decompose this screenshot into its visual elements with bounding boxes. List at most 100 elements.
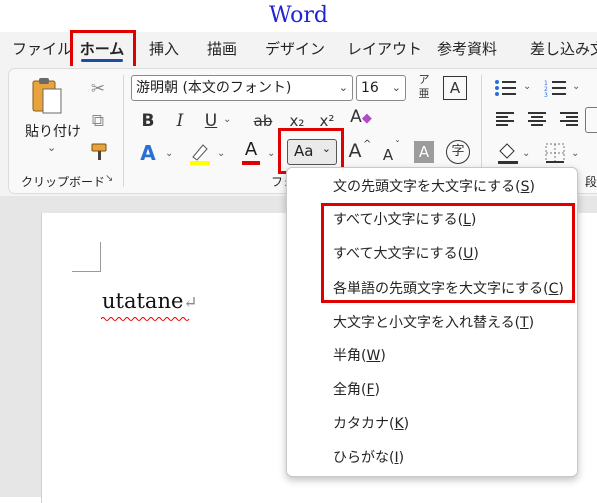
- font-name-dropdown[interactable]: 游明朝 (本文のフォント) ⌄: [131, 75, 353, 101]
- tab-design[interactable]: デザイン: [265, 32, 325, 66]
- grow-font-button[interactable]: A: [345, 139, 365, 163]
- align-left-button[interactable]: [496, 111, 516, 131]
- text-effects-button[interactable]: A: [137, 141, 159, 165]
- divider: [123, 75, 124, 187]
- tab-draw[interactable]: 描画: [207, 32, 237, 66]
- copy-icon[interactable]: ⧉: [87, 109, 109, 133]
- cut-icon[interactable]: ✂: [87, 77, 109, 101]
- menu-item-text: 全角(: [333, 382, 367, 398]
- tab-insert[interactable]: 挿入: [149, 32, 179, 66]
- paintbrush-icon: [91, 143, 107, 160]
- character-border-icon[interactable]: A: [443, 76, 467, 100]
- strikethrough-button[interactable]: ab: [251, 109, 275, 133]
- font-name-value: 游明朝 (本文のフォント): [136, 80, 292, 96]
- bullet-list-icon: [495, 80, 516, 96]
- menu-item-access-key: W: [366, 348, 381, 364]
- italic-button[interactable]: I: [171, 109, 189, 133]
- justify-button[interactable]: [585, 107, 597, 133]
- eraser-icon: ◆: [361, 111, 372, 126]
- font-size-value: 16: [361, 80, 379, 96]
- shading-chevron-down-icon[interactable]: ⌄: [522, 148, 530, 159]
- tab-layout[interactable]: レイアウト: [347, 32, 422, 66]
- text-effects-chevron-down-icon[interactable]: ⌄: [165, 148, 173, 159]
- character-shading-button[interactable]: A: [414, 141, 434, 163]
- format-painter-icon[interactable]: [89, 141, 111, 167]
- menu-item-text: 半角(: [333, 348, 367, 364]
- numbering-button[interactable]: 1 2 3: [544, 79, 572, 101]
- align-left-icon: [496, 112, 514, 126]
- menu-item-text: ひらがな(: [333, 450, 395, 466]
- clear-formatting-icon: A: [350, 107, 362, 127]
- menu-item-text: 文の先頭文字を大文字にする(: [333, 179, 521, 195]
- font-color-icon: A: [244, 139, 258, 160]
- tab-references-label: 参考資料: [437, 40, 498, 58]
- menu-items-highlight: [321, 203, 575, 303]
- menu-item-full-width[interactable]: 全角(F): [333, 380, 380, 400]
- menu-item-text: ): [403, 416, 410, 432]
- bullets-chevron-down-icon[interactable]: ⌄: [523, 81, 531, 92]
- spelling-error-underline: [101, 317, 190, 321]
- tab-mailings-label: 差し込み文: [530, 40, 597, 58]
- font-color-button[interactable]: A: [239, 139, 263, 167]
- menu-item-access-key: S: [520, 179, 530, 195]
- highlight-color-button[interactable]: [187, 141, 213, 167]
- align-center-icon: [528, 112, 546, 126]
- paste-chevron-down-icon[interactable]: ⌄: [47, 141, 56, 154]
- underline-button[interactable]: U: [202, 109, 220, 133]
- tab-layout-label: レイアウト: [347, 40, 423, 58]
- paragraph-shading-button[interactable]: [496, 141, 520, 169]
- shrink-font-caret-icon: ˇ: [395, 140, 400, 151]
- bullets-button[interactable]: [494, 79, 522, 101]
- enclose-characters-button[interactable]: 字: [446, 140, 470, 164]
- borders-icon: [545, 143, 565, 163]
- bold-button[interactable]: B: [139, 109, 157, 133]
- grow-font-caret-icon: ^: [363, 139, 372, 150]
- font-color-bar: [242, 161, 260, 165]
- tab-insert-label: 挿入: [149, 40, 180, 58]
- tab-design-label: デザイン: [265, 40, 326, 58]
- font-size-dropdown[interactable]: 16 ⌄: [356, 75, 406, 101]
- menu-item-text: ): [380, 348, 386, 364]
- menu-item-katakana[interactable]: カタカナ(K): [333, 414, 409, 434]
- window-title: Word: [269, 3, 328, 28]
- tab-references[interactable]: 参考資料: [437, 32, 497, 66]
- borders-button[interactable]: [545, 143, 565, 167]
- menu-item-access-key: K: [394, 416, 404, 432]
- tab-file-label: ファイル: [12, 40, 73, 58]
- borders-chevron-down-icon[interactable]: ⌄: [571, 148, 579, 159]
- menu-item-hiragana[interactable]: ひらがな(I): [333, 448, 404, 468]
- phonetic-guide-icon[interactable]: ア亜: [414, 73, 434, 101]
- menu-item-half-width[interactable]: 半角(W): [333, 346, 386, 366]
- document-text[interactable]: utatane↵: [102, 289, 198, 313]
- menu-item-toggle-case[interactable]: 大文字と小文字を入れ替える(T): [333, 313, 534, 333]
- menu-item-text: 大文字と小文字を入れ替える(: [333, 315, 521, 331]
- chevron-down-icon: ⌄: [391, 81, 401, 94]
- paragraph-group-label: 段落: [585, 175, 597, 189]
- clipboard-group-label: クリップボード: [21, 175, 106, 189]
- margin-marker: [100, 242, 101, 272]
- menu-item-sentence-case[interactable]: 文の先頭文字を大文字にする(S): [333, 177, 535, 197]
- menu-item-text: カタカナ(: [333, 416, 395, 432]
- menu-item-text: ): [398, 450, 405, 466]
- align-center-button[interactable]: [528, 111, 548, 131]
- paste-label: 貼り付け: [25, 124, 81, 140]
- tab-draw-label: 描画: [207, 40, 238, 58]
- tab-mailings[interactable]: 差し込み文: [530, 32, 597, 66]
- align-right-icon: [560, 112, 578, 126]
- paint-bucket-icon: [498, 143, 518, 164]
- chevron-down-icon: ⌄: [338, 81, 348, 94]
- highlight-chevron-down-icon[interactable]: ⌄: [217, 148, 225, 159]
- tab-file[interactable]: ファイル: [12, 32, 72, 66]
- underline-chevron-down-icon[interactable]: ⌄: [223, 114, 231, 125]
- paragraph-mark-icon: ↵: [183, 293, 198, 313]
- paste-button[interactable]: [27, 75, 67, 119]
- menu-item-text: ): [528, 315, 535, 331]
- svg-text:3: 3: [544, 92, 548, 97]
- numbering-chevron-down-icon[interactable]: ⌄: [572, 81, 580, 92]
- menu-item-text: ): [374, 382, 380, 398]
- menu-item-text: ): [529, 179, 535, 195]
- clear-formatting-button[interactable]: A◆: [349, 105, 373, 131]
- align-right-button[interactable]: [560, 111, 580, 131]
- clipboard-dialog-launcher-icon[interactable]: ↘: [105, 173, 113, 184]
- font-color-chevron-down-icon[interactable]: ⌄: [267, 148, 275, 159]
